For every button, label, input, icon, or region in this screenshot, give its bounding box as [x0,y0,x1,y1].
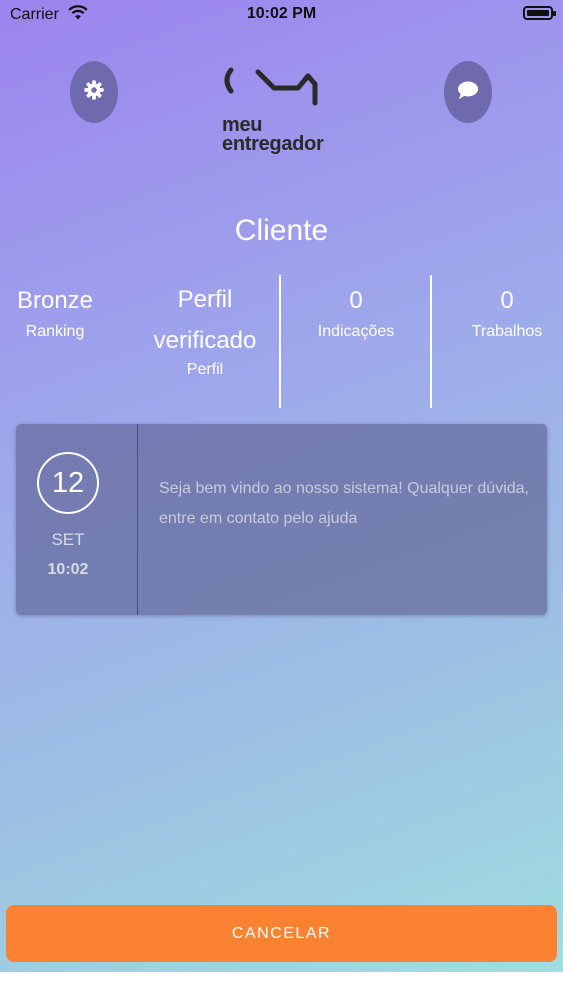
notification-card[interactable]: 12 SET 10:02 Seja bem vindo ao nosso sis… [16,424,547,615]
stat-profile-label: Perfil [186,361,224,378]
notification-message: Seja bem vindo ao nosso sistema! Qualque… [159,480,529,527]
stat-jobs-label: Trabalhos [471,323,543,340]
gear-icon [83,79,105,106]
stat-ranking-value: Bronze [16,287,94,314]
battery-icon [523,6,556,20]
stat-jobs-value: 0 [500,287,514,314]
notification-day: 12 [37,452,99,514]
cancel-button[interactable]: CANCELAR [6,905,557,962]
settings-button[interactable] [70,61,118,123]
page-title: Cliente [234,214,329,247]
app-screen: Carrier 10:02 PM meu entregador Cliente … [0,0,563,1000]
stat-ranking: Bronze Ranking [0,285,110,341]
logo-text: meu entregador [222,115,324,155]
notification-date: 12 SET 10:02 [16,424,138,615]
stat-divider [430,275,432,408]
notification-time: 10:02 [47,561,89,578]
logo-line-2: entregador [222,133,324,155]
stat-profile: Perfil verificado Perfil [140,285,270,379]
status-bar: Carrier 10:02 PM [0,0,563,30]
notification-month: SET [51,530,85,549]
stat-profile-value: Perfil verificado [153,286,257,354]
stat-referrals-label: Indicações [317,323,395,340]
chat-bubble-icon [457,80,479,105]
stat-ranking-label: Ranking [25,323,85,340]
bottom-safe-area [0,972,563,1000]
stat-jobs: 0 Trabalhos [458,285,556,341]
status-time: 10:02 PM [246,5,317,22]
stat-referrals-value: 0 [349,287,363,314]
chat-button[interactable] [444,61,492,123]
stat-divider [279,275,281,408]
stat-referrals: 0 Indicações [300,285,412,341]
